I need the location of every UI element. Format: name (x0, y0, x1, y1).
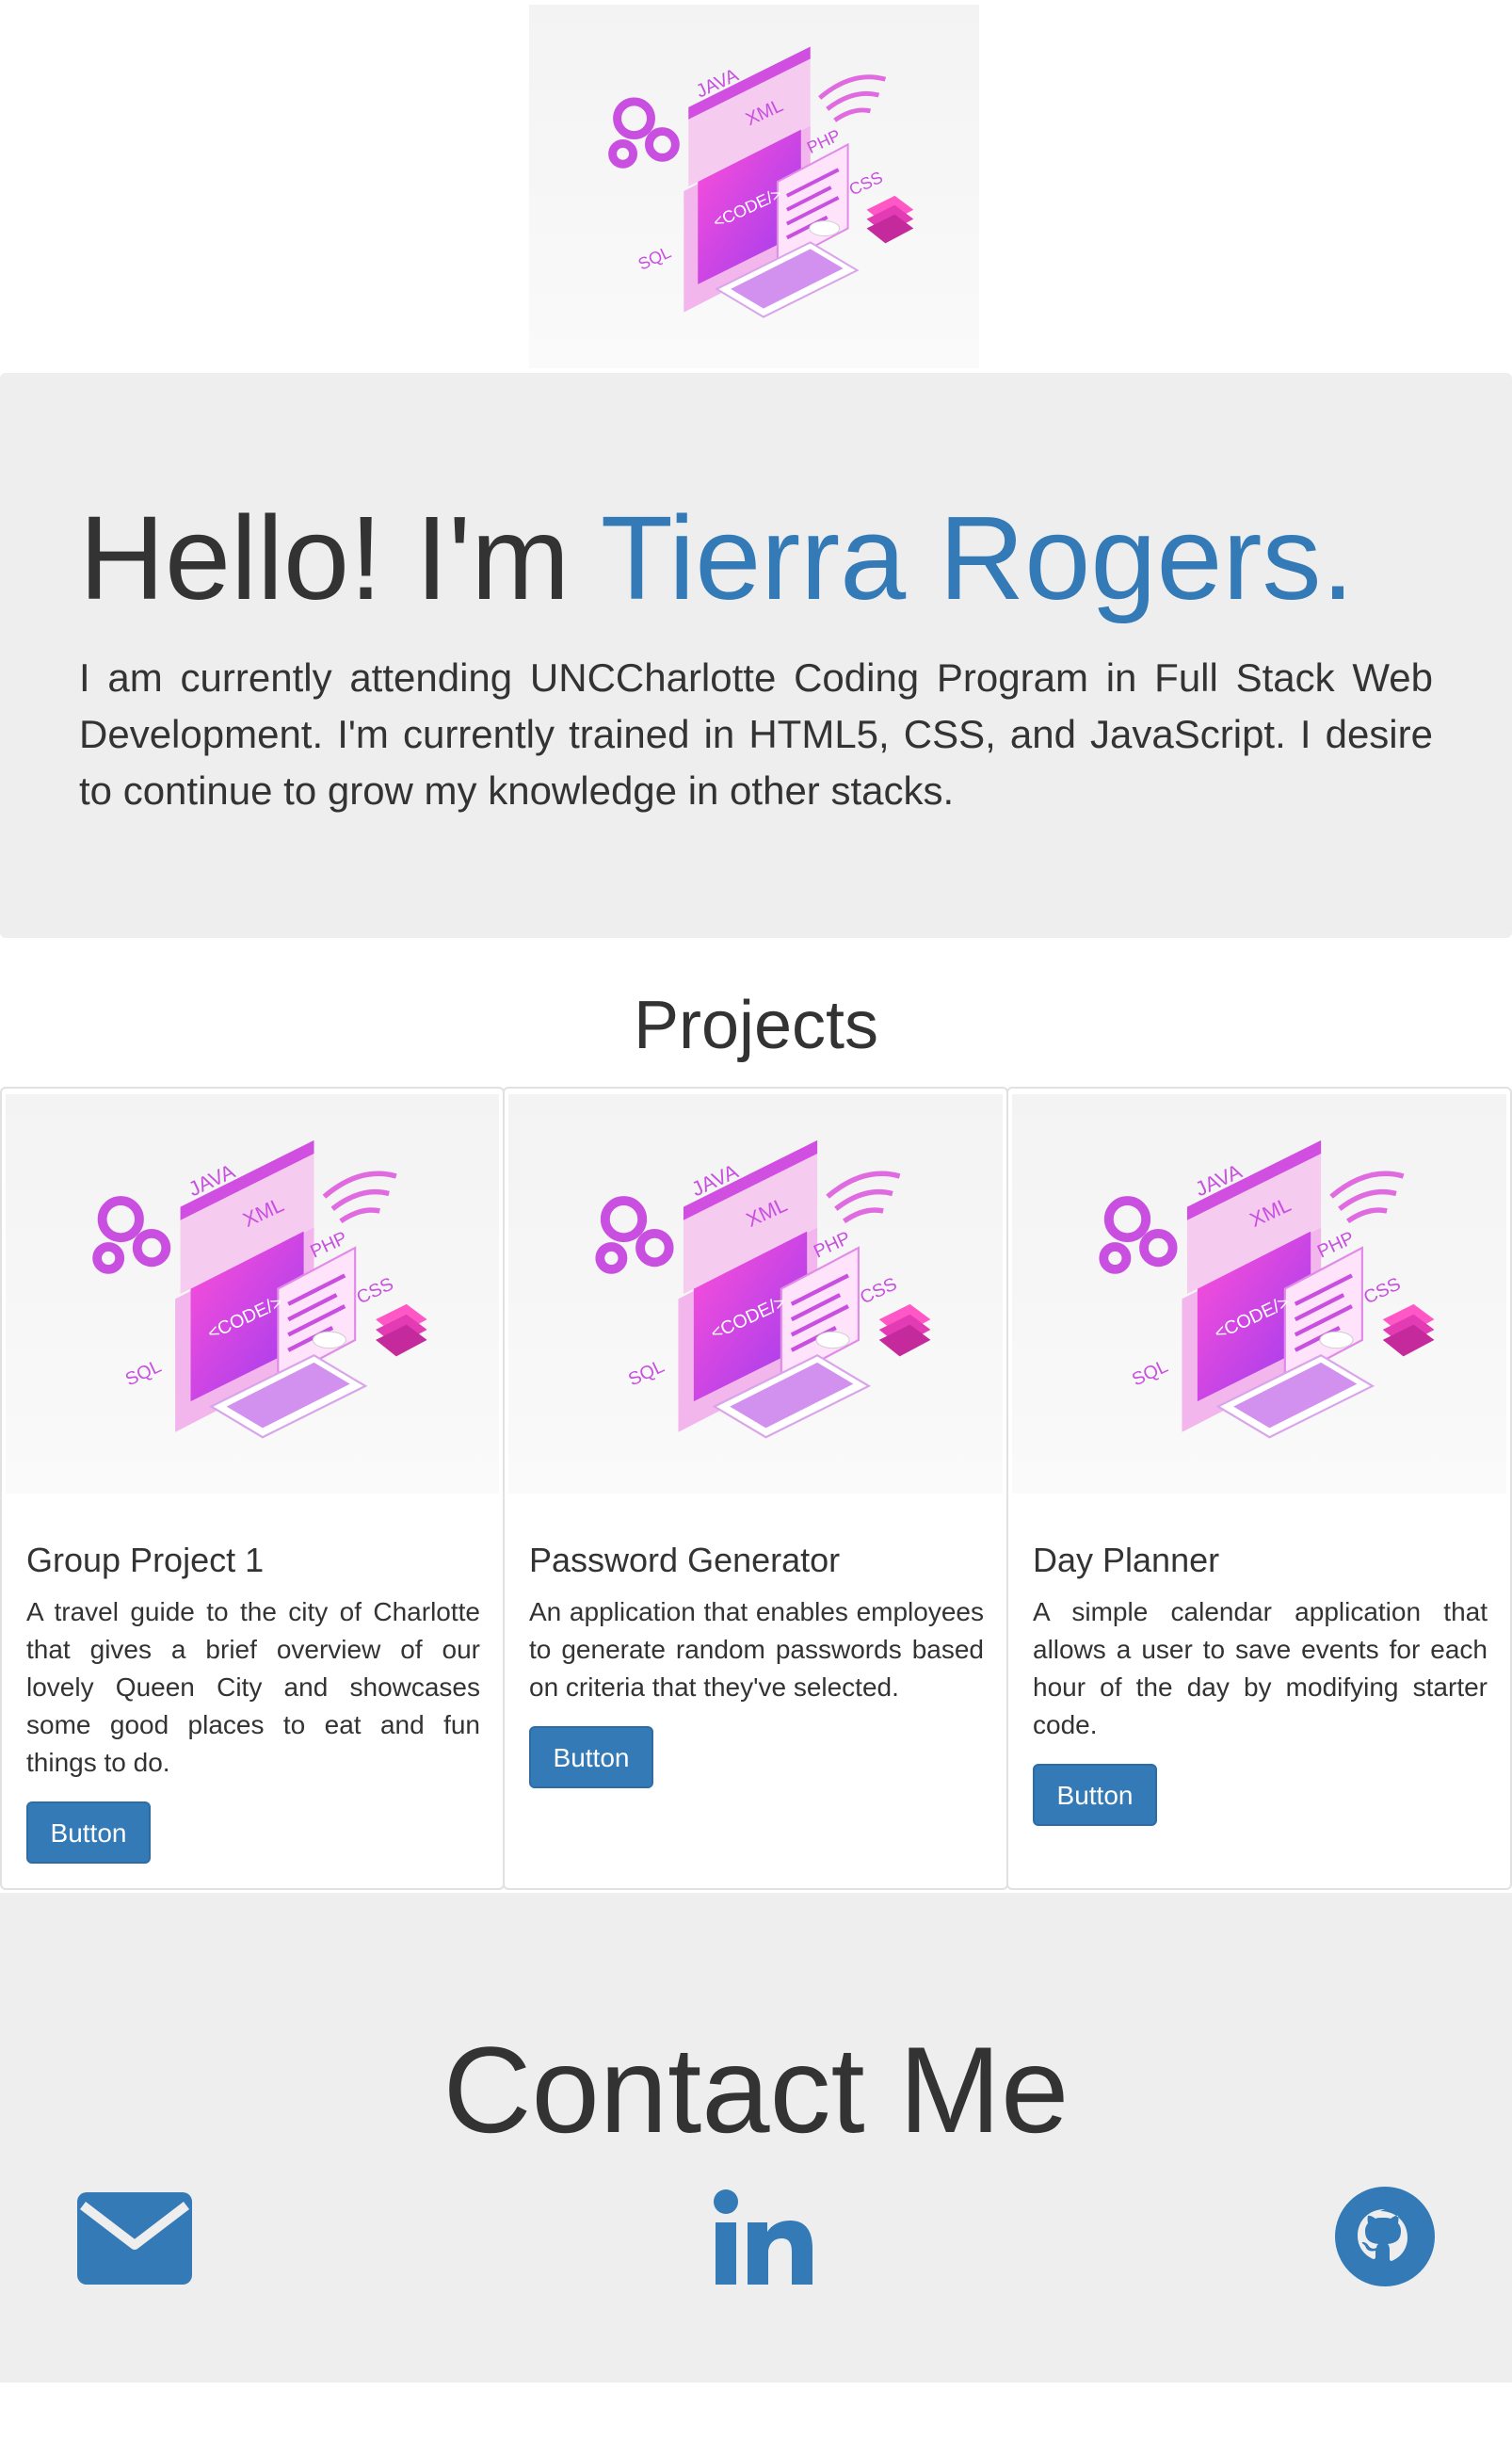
project-card-description: An application that enables employees to… (529, 1597, 984, 1702)
intro-greeting: Hello! I'm (79, 492, 571, 624)
project-cards: JAVA XML PHP <CODE/> CSS SQL Group Proje… (0, 1087, 1512, 1890)
project-card: JAVA XML PHP <CODE/> CSS SQL Password Ge… (503, 1087, 1008, 1890)
projects-heading: Projects (633, 988, 879, 1063)
project-card-image: JAVA XML PHP <CODE/> CSS SQL (6, 1094, 499, 1494)
project-card-image: JAVA XML PHP <CODE/> CSS SQL (508, 1094, 1003, 1494)
contact-section: Contact Me (0, 1893, 1512, 2382)
intro-heading: Hello! I'm Tierra Rogers. (79, 493, 1354, 624)
envelope-icon[interactable] (77, 2192, 192, 2285)
project-button[interactable]: Button (1033, 1764, 1157, 1826)
contact-heading: Contact Me (442, 2021, 1070, 2158)
hero-illustration: JAVA XML PHP <CODE/> CSS SQL (529, 5, 979, 368)
project-card-title: Group Project 1 (26, 1541, 265, 1579)
linkedin-icon[interactable] (712, 2187, 813, 2288)
project-card-image: JAVA XML PHP <CODE/> CSS SQL (1012, 1094, 1506, 1494)
project-card-title: Day Planner (1033, 1541, 1220, 1579)
intro-name: Tierra Rogers. (600, 492, 1355, 624)
project-card-description: A travel guide to the city of Charlotte … (26, 1597, 480, 1777)
project-button[interactable]: Button (26, 1801, 151, 1864)
intro-jumbotron: Hello! I'm Tierra Rogers. I am currently… (0, 373, 1512, 938)
project-card-description: A simple calendar application that allow… (1033, 1597, 1488, 1739)
project-card: JAVA XML PHP <CODE/> CSS SQL Group Proje… (0, 1087, 505, 1890)
project-card-title: Password Generator (529, 1541, 841, 1579)
project-button[interactable]: Button (529, 1726, 653, 1788)
project-card: JAVA XML PHP <CODE/> CSS SQL Day Planner… (1006, 1087, 1512, 1890)
intro-bio: I am currently attending UNCCharlotte Co… (79, 655, 1433, 813)
github-icon[interactable] (1335, 2187, 1435, 2286)
